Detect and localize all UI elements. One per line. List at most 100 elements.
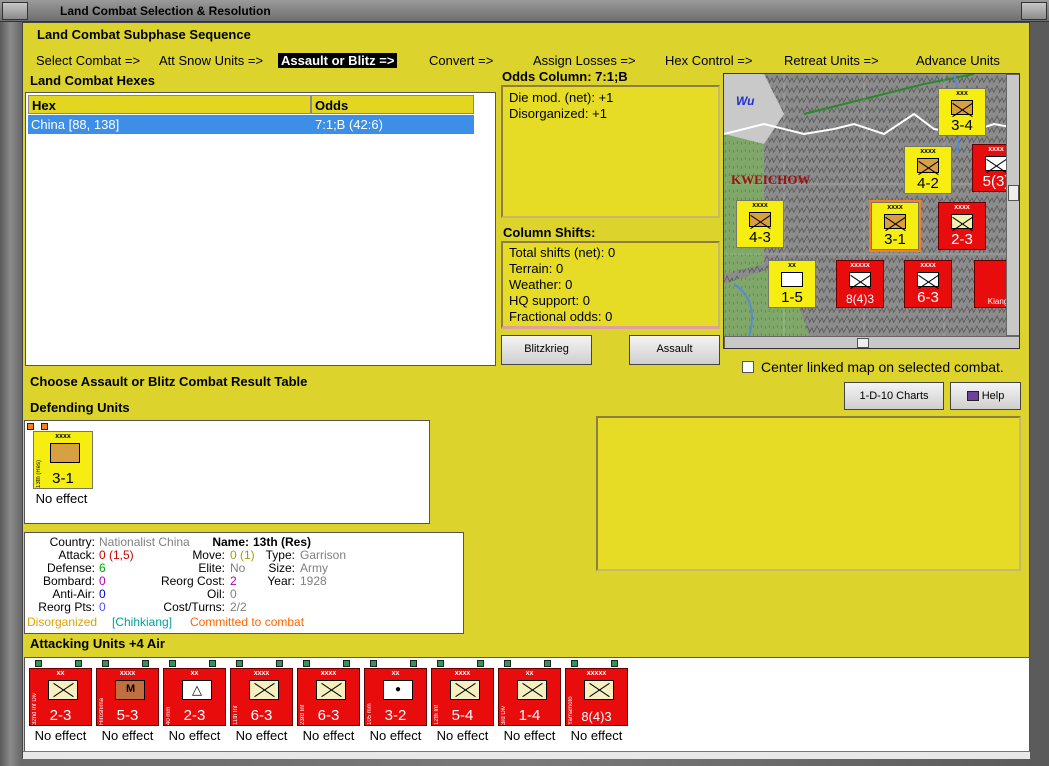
unit-status-dot (410, 660, 417, 667)
type-label: Type: (265, 548, 295, 562)
size-label: Size: (268, 561, 295, 575)
help-label: Help (981, 390, 1005, 402)
attacking-unit-counter[interactable]: xx 3rd Div 1-4 (498, 668, 561, 726)
center-map-label: Center linked map on selected combat. (761, 359, 1004, 375)
attack-label: Attack: (58, 548, 95, 562)
window-menu-button[interactable] (2, 2, 28, 20)
defending-unit-effect: No effect (35, 491, 88, 506)
unit-status-dot (343, 660, 350, 667)
unit-status-dot (544, 660, 551, 667)
subphase-steps: Select Combat => Att Snow Units => Assau… (28, 51, 1026, 71)
unit-status-dot (102, 660, 109, 667)
map-counter-selected[interactable]: xxxx 3-1 (869, 200, 921, 252)
shifts-title: Column Shifts: (503, 225, 596, 240)
unit-info-panel: Country: Nationalist China Name: 13th (R… (24, 532, 464, 634)
defense-label: Defense: (46, 561, 95, 575)
help-book-icon (966, 391, 979, 402)
unit-status-dot (75, 660, 82, 667)
unit-status-dot (370, 660, 377, 667)
attacking-unit-effect: No effect (168, 728, 221, 743)
attacking-unit-counter[interactable]: xxxx Hiroshima M 5-3 (96, 668, 159, 726)
name-label: Name: (212, 535, 249, 549)
map-counter[interactable]: xx 1-5 (768, 260, 816, 308)
map-counter[interactable]: xxxx 2-3 (938, 202, 986, 250)
unit-status-dot (303, 660, 310, 667)
table-row[interactable]: China [88, 138] 7:1;B (42:6) (28, 115, 474, 134)
attacking-unit-effect: No effect (436, 728, 489, 743)
row-odds: 7:1;B (42:6) (315, 117, 383, 132)
odds-line: Disorganized: +1 (509, 106, 607, 121)
status-committed: Committed to combat (190, 615, 305, 629)
map-hscroll-thumb[interactable] (857, 338, 869, 348)
type-value: Garrison (300, 548, 347, 562)
reorg-pts-label: Reorg Pts: (38, 600, 95, 614)
attacking-unit-counter[interactable]: xxxx 11th Inf 6-3 (230, 668, 293, 726)
attacking-unit-counter[interactable]: xxxxx Yamamoto 8(4)3 (565, 668, 628, 726)
window-frame: Land Combat Selection & Resolution Land … (0, 0, 1049, 766)
map-counter[interactable]: xxxx 4-2 (904, 146, 952, 194)
charts-button[interactable]: 1-D-10 Charts (844, 382, 944, 410)
elite-value: No (230, 561, 246, 575)
content-area: Land Combat Subphase Sequence Select Com… (22, 22, 1030, 759)
map-vscroll-thumb[interactable] (1008, 185, 1019, 201)
step-hex-control: Hex Control => (665, 53, 753, 68)
attack-value: 0 (1,5) (99, 548, 134, 562)
unit-status-dot (41, 423, 48, 430)
attacking-unit-counter[interactable]: xxxx 23rd Inf 6-3 (297, 668, 360, 726)
reorg-pts-value: 0 (99, 600, 106, 614)
name-value: 13th (Res) (253, 535, 312, 549)
step-advance-units: Advance Units (916, 53, 1000, 68)
reorg-cost-label: Reorg Cost: (160, 574, 225, 588)
unit-status-dot (27, 423, 34, 430)
hexes-table: Hex Odds China [88, 138] 7:1;B (42:6) (25, 92, 496, 366)
step-retreat-units: Retreat Units => (784, 53, 879, 68)
unit-status-dot (276, 660, 283, 667)
help-button[interactable]: Help (950, 382, 1021, 410)
attacking-unit-counter[interactable]: xxxx 12th Inf 5-4 (431, 668, 494, 726)
year-label: Year: (267, 574, 295, 588)
attacking-unit-counter[interactable]: xx 40 mm △ 2-3 (163, 668, 226, 726)
move-value: 0 (1) (230, 548, 255, 562)
map-vertical-scrollbar[interactable] (1006, 74, 1019, 336)
shift-line: Total shifts (net): 0 (509, 245, 616, 260)
window-title: Land Combat Selection & Resolution (60, 4, 271, 18)
center-map-checkbox[interactable] (742, 361, 754, 373)
attacking-unit-effect: No effect (34, 728, 87, 743)
attacking-unit-effect: No effect (570, 728, 623, 743)
odds-panel: Die mod. (net): +1 Disorganized: +1 (501, 85, 720, 218)
map-counter[interactable]: xxxx 4-3 (736, 200, 784, 248)
map-label-region: KWEICHOW (731, 172, 811, 187)
row-hex: China [88, 138] (31, 117, 120, 132)
bottom-scrollbar[interactable] (23, 751, 1030, 759)
country-label: Country: (49, 535, 95, 549)
shift-line: HQ support: 0 (509, 293, 590, 308)
linked-map[interactable]: Wu KWEICHOW xxx 3-4 xxxx 4-2 xxxx 5(3) x… (723, 73, 1020, 349)
close-button[interactable] (1021, 2, 1047, 20)
move-label: Move: (192, 548, 225, 562)
defending-unit-counter[interactable]: xxxx 13th (Res) 3-1 (33, 431, 93, 489)
blitzkrieg-button[interactable]: Blitzkrieg (501, 335, 592, 365)
shift-line: Fractional odds: 0 (509, 309, 613, 324)
oil-value: 0 (230, 587, 237, 601)
status-disorganized: Disorganized (27, 615, 98, 629)
attacking-unit-effect: No effect (503, 728, 556, 743)
assault-button[interactable]: Assault (629, 335, 720, 365)
col-odds-header[interactable]: Odds (311, 95, 474, 114)
attacking-unit-counter[interactable]: xx 32nd Inf Div 2-3 (29, 668, 92, 726)
cost-turns-label: Cost/Turns: (163, 600, 225, 614)
reorg-cost-value: 2 (230, 574, 237, 588)
oil-label: Oil: (207, 587, 225, 601)
unit-status-dot (35, 660, 42, 667)
unit-status-dot (437, 660, 444, 667)
unit-status-dot (504, 660, 511, 667)
attacking-unit-counter[interactable]: xx 105 mm ● 3-2 (364, 668, 427, 726)
result-table-title: Choose Assault or Blitz Combat Result Ta… (30, 374, 308, 389)
map-horizontal-scrollbar[interactable] (724, 336, 1019, 348)
map-counter[interactable]: xxx 3-4 (938, 88, 986, 136)
col-hex-header[interactable]: Hex (28, 95, 311, 114)
defending-title: Defending Units (30, 400, 130, 415)
attacking-unit-effect: No effect (235, 728, 288, 743)
map-counter[interactable]: xxxxx 8(4)3 (836, 260, 884, 308)
map-counter[interactable]: xxxx 6-3 (904, 260, 952, 308)
odds-title: Odds Column: 7:1;B (502, 69, 628, 84)
